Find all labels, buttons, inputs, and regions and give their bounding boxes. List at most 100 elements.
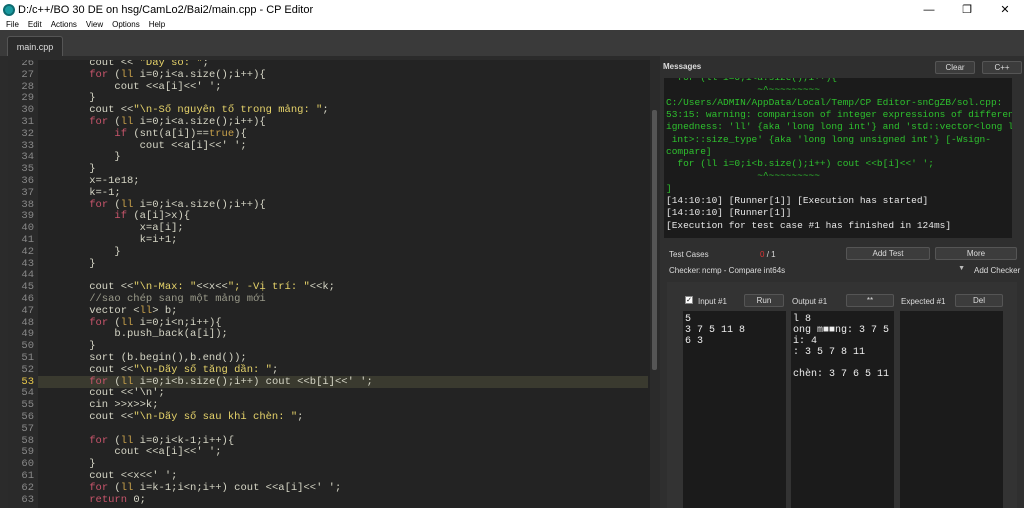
code-line: } (64, 151, 121, 164)
line-number: 42 (21, 245, 34, 258)
clear-button[interactable]: Clear (935, 61, 975, 74)
more-button[interactable]: More (935, 247, 1017, 260)
message-line: ignedness: 'll' {aka 'long long int'} an… (666, 121, 1012, 133)
output-line: ong m■■ng: 3 7 5 11 (793, 325, 890, 336)
code-line: for (ll i=0;i<b.size();i++) cout <<b[i]<… (89, 375, 373, 388)
maximize-button[interactable]: ❐ (948, 0, 986, 19)
line-number: 32 (21, 127, 34, 140)
line-number: 36 (21, 175, 34, 187)
menu-bar: File Edit Actions View Options Help (0, 19, 1024, 30)
expected-label: Expected #1 (901, 297, 946, 306)
test-cases-label: Test Cases (669, 250, 709, 259)
line-number: 26 (21, 60, 34, 69)
output-line: i: 4 (793, 336, 818, 347)
line-number: 51 (21, 352, 34, 364)
message-line: [Execution for test case #1 has finished… (666, 219, 952, 231)
line-number: 44 (21, 269, 34, 282)
line-number: 41 (21, 234, 34, 246)
total-count: / 1 (766, 250, 776, 259)
input-pane[interactable]: 53 7 5 11 86 3 (683, 311, 786, 508)
code-line: if (a[i]>x){ (114, 210, 191, 223)
messages-log: for (ll i=0;i<a.size();i++){ ~^~~~~~~~~~… (664, 78, 1012, 238)
tab-strip: main.cpp (0, 30, 1024, 56)
message-line: int>::size_type' {aka 'long long unsigne… (666, 133, 991, 145)
close-button[interactable]: ✕ (986, 0, 1024, 19)
input-line: 3 7 5 11 8 (685, 325, 746, 336)
message-line: ~^~~~~~~~~~ (666, 84, 820, 96)
menu-actions[interactable]: Actions (51, 20, 77, 29)
line-number: 27 (21, 68, 34, 81)
code-line: cout << "Day so: "; (64, 60, 209, 69)
code-line: for (ll i=0;i<a.size();i++){ (89, 198, 266, 211)
menu-edit[interactable]: Edit (28, 20, 42, 29)
line-number: 28 (21, 80, 34, 93)
message-line: [14:10:10] [Runner[1]] [Execution has st… (666, 195, 929, 206)
code-line: return 0; (89, 493, 146, 506)
message-line: for (ll i=0;i<a.size();i++){ (666, 78, 837, 84)
menu-view[interactable]: View (86, 20, 103, 29)
code-line: cout <<a[i]<<' '; (64, 139, 247, 152)
line-number: 59 (21, 446, 34, 459)
test-case-checkbox[interactable]: ✓ (685, 296, 693, 304)
code-line: } (64, 245, 121, 258)
delete-button[interactable]: Del (955, 294, 1003, 307)
line-number-gutter: 26 27 28 29 30 31 32 33 34 35 36 37 38 39 40 41 42 43 44 45… (8, 60, 38, 508)
code-line: for (ll i=0;i<a.size();i++){ (89, 116, 266, 128)
line-number: 38 (21, 198, 34, 211)
checker-value: ncmp - Compare int64s (702, 266, 786, 275)
expected-pane[interactable] (900, 311, 1003, 508)
checker-label: Checker: (669, 266, 702, 275)
line-number: 31 (21, 116, 34, 128)
add-checker-button[interactable]: Add Checker (974, 266, 1020, 275)
code-line: cout <<x<<' '; (64, 470, 178, 482)
minimize-button[interactable]: — (910, 0, 948, 19)
code-line: for (ll i=0;i<n;i++){ (89, 316, 222, 329)
code-line: cin >>x>>k; (64, 399, 159, 412)
code-line: x=a[i]; (64, 222, 184, 235)
line-number: 62 (21, 481, 34, 494)
output-pane[interactable]: l 8ong m■■ng: 3 7 5 11i: 4: 3 5 7 8 11 ch… (791, 311, 894, 508)
code-line: //sao chép sang một mảng mới (64, 293, 266, 305)
output-label: Output #1 (792, 297, 828, 306)
code-line: } (64, 163, 96, 176)
output-line: : 3 5 7 8 11 (793, 347, 866, 358)
line-number: 39 (21, 210, 34, 223)
code-editor[interactable]: 26 27 28 29 30 31 32 33 34 35 36 37 38 39 40 41 42 43 44 45… (8, 60, 658, 508)
line-number: 48 (21, 316, 34, 329)
line-number: 45 (21, 281, 34, 294)
line-number: 61 (21, 470, 34, 482)
input-label: Input #1 (698, 297, 727, 306)
code-line: cout <<"\n-Số nguyên tố trong mảng: "; (64, 104, 329, 117)
line-number: 35 (21, 163, 34, 176)
code-line: x=-1e18; (64, 175, 140, 187)
code-line: for (ll i=k-1;i<n;i++) cout <<a[i]<<' '; (89, 481, 342, 494)
menu-help[interactable]: Help (149, 20, 165, 29)
code-line: cout <<"\n-Max: "<<x<<"; -Vị trí: "<<k; (64, 281, 335, 294)
line-number: 52 (21, 363, 34, 376)
editor-scrollbar-thumb[interactable] (652, 110, 657, 370)
checker-select[interactable]: ncmp - Compare int64s ▼ (700, 264, 968, 277)
message-line: ] (666, 182, 672, 194)
diff-button[interactable]: ** (846, 294, 894, 307)
code-line: } (64, 458, 96, 471)
input-line: 6 3 (685, 336, 704, 347)
message-line: 53:15: warning: comparison of integer ex… (666, 108, 1012, 120)
line-number: 30 (21, 104, 34, 117)
line-number: 43 (21, 257, 34, 270)
code-line: cout <<a[i]<<' '; (64, 446, 222, 459)
code-line: } (64, 257, 96, 270)
language-button[interactable]: C++ (982, 61, 1022, 74)
menu-options[interactable]: Options (112, 20, 140, 29)
run-button[interactable]: Run (744, 294, 784, 307)
line-number: 37 (21, 186, 34, 199)
message-line: C:/Users/ADMIN/AppData/Local/Temp/CP Edi… (666, 96, 1003, 108)
code-line: for (ll i=0;i<a.size();i++){ (89, 68, 266, 81)
menu-file[interactable]: File (6, 20, 19, 29)
add-test-button[interactable]: Add Test (846, 247, 930, 260)
tab-main-cpp[interactable]: main.cpp (7, 36, 63, 56)
code-line: sort (b.begin(),b.end()); (64, 352, 247, 364)
message-line: for (ll i=0;i<b.size();i++) cout <<b[i]<… (666, 158, 934, 170)
line-number: 57 (21, 422, 34, 435)
code-line: cout <<'\n'; (64, 387, 165, 400)
code-line: cout <<"\n-Dãy số tăng dần: "; (64, 363, 279, 376)
